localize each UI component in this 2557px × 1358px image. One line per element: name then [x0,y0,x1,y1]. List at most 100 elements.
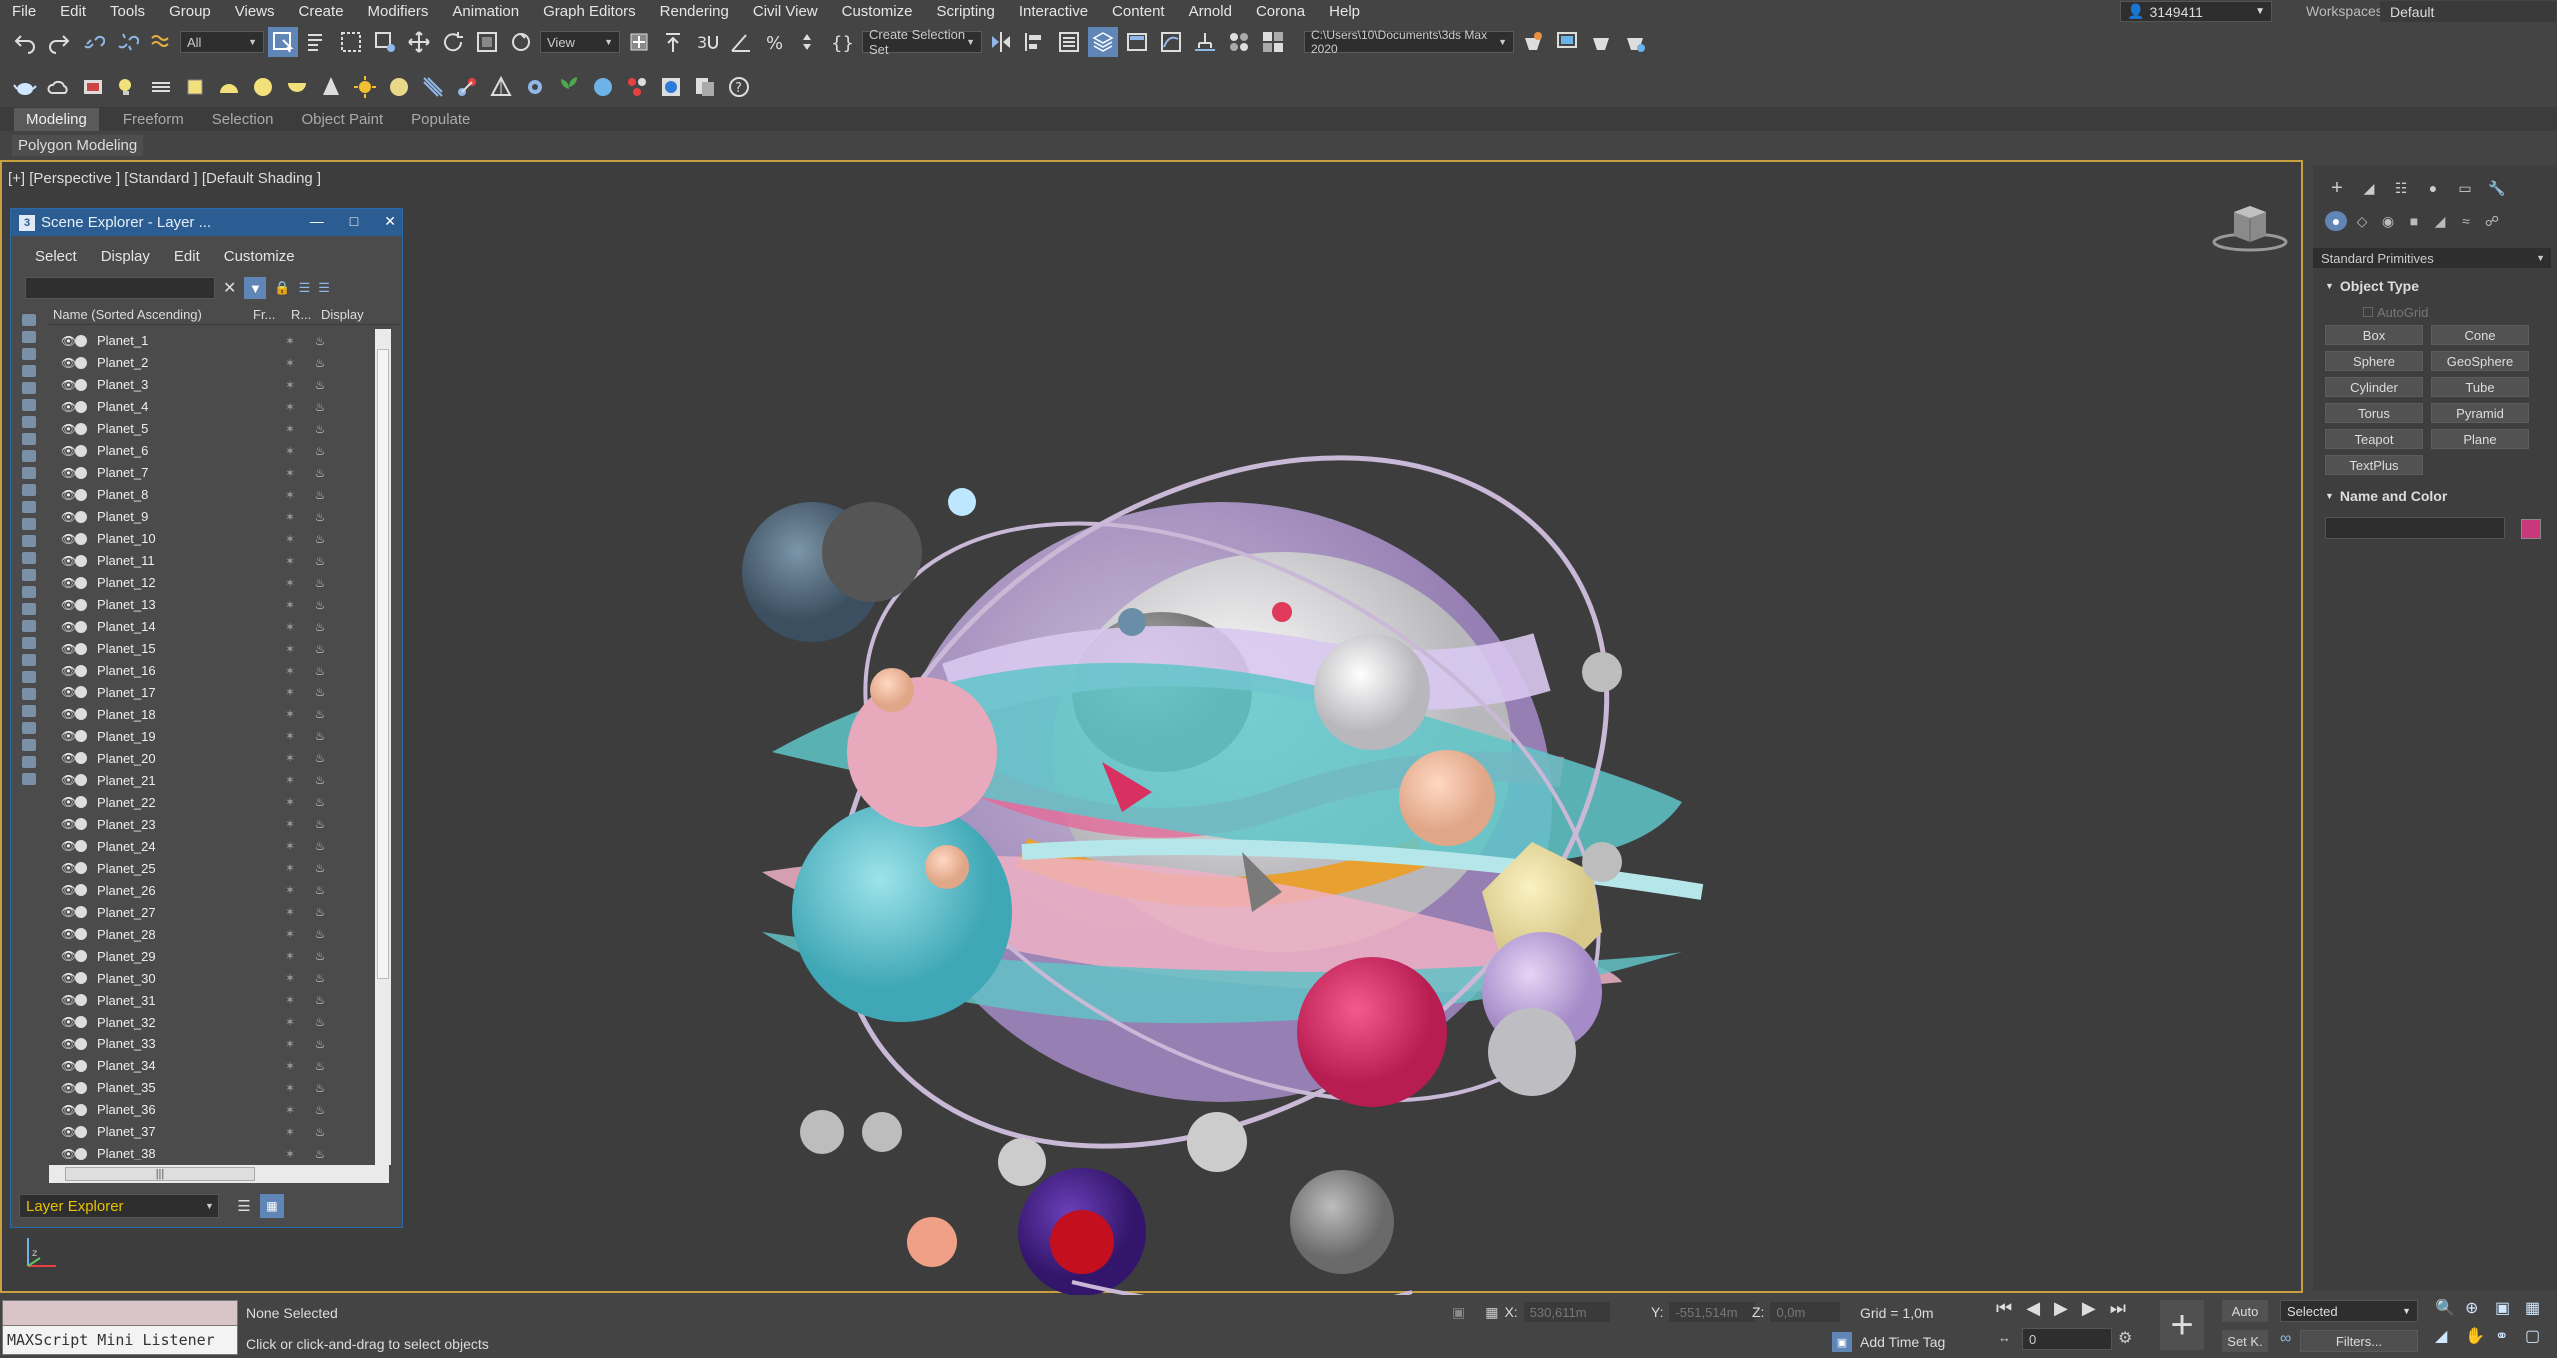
display-filter-icon[interactable] [22,688,36,700]
renderable-teapot-icon[interactable]: ♨ [305,598,335,612]
menu-item-customize[interactable]: Customize [830,3,925,20]
visibility-eye-icon[interactable]: 👁 [49,356,76,370]
geosphere-button[interactable]: GeoSphere [2431,351,2529,371]
go-to-start-icon[interactable]: ⏮ [1996,1298,2012,1319]
column-display[interactable]: Display [321,307,371,324]
display-filter-icon[interactable] [22,603,36,615]
cylinder-button[interactable]: Cylinder [2325,377,2423,397]
table-row[interactable]: 👁 Planet_16 ✶ ♨ [49,660,383,682]
freeze-icon[interactable]: ✶ [275,1103,305,1117]
freeze-icon[interactable]: ✶ [275,1081,305,1095]
visibility-eye-icon[interactable]: 👁 [49,334,76,348]
select-and-manipulate-icon[interactable] [658,27,688,57]
table-row[interactable]: 👁 Planet_32 ✶ ♨ [49,1011,383,1033]
shapes-icon[interactable]: ◇ [2351,211,2373,231]
visibility-eye-icon[interactable]: 👁 [49,400,76,414]
menu-item-modifiers[interactable]: Modifiers [356,3,441,20]
freeze-icon[interactable]: ✶ [275,488,305,502]
freeze-icon[interactable]: ✶ [275,400,305,414]
particle-icon[interactable] [622,72,652,102]
visibility-eye-icon[interactable]: 👁 [49,554,76,568]
tube-button[interactable]: Tube [2431,377,2529,397]
placement-icon[interactable] [506,27,536,57]
ribbon-tab-freeform[interactable]: Freeform [123,111,212,128]
display-filter-icon[interactable] [22,569,36,581]
freeze-icon[interactable]: ✶ [275,1125,305,1139]
column-name[interactable]: Name (Sorted Ascending) [49,307,253,324]
visibility-eye-icon[interactable]: 👁 [49,1125,76,1139]
cameras-icon[interactable]: ■ [2403,211,2425,231]
renderable-teapot-icon[interactable]: ♨ [305,993,335,1007]
hierarchy-icon[interactable]: ☰ [299,280,311,296]
renderable-teapot-icon[interactable]: ♨ [305,1081,335,1095]
schematic-view-icon[interactable] [1190,27,1220,57]
rendered-frame-window-icon[interactable] [1552,27,1582,57]
render-setup-icon[interactable] [1518,27,1548,57]
visibility-eye-icon[interactable]: 👁 [49,949,76,963]
scrollbar-thumb[interactable] [377,349,389,979]
window-crossing-icon[interactable] [370,27,400,57]
renderable-teapot-icon[interactable]: ♨ [305,422,335,436]
link-icon[interactable] [78,27,108,57]
freeze-icon[interactable]: ✶ [275,334,305,348]
display-filter-icon[interactable] [22,518,36,530]
visibility-eye-icon[interactable]: 👁 [49,620,76,634]
maxscript-input[interactable] [2,1300,238,1326]
select-by-name-icon[interactable] [302,27,332,57]
disc-icon[interactable] [384,72,414,102]
systems-icon[interactable]: ☍ [2481,211,2503,231]
menu-item-tools[interactable]: Tools [98,3,157,20]
edit-named-selection-icon[interactable]: {} [828,27,858,57]
renderable-teapot-icon[interactable]: ♨ [305,839,335,853]
visibility-eye-icon[interactable]: 👁 [49,510,76,524]
renderable-teapot-icon[interactable]: ♨ [305,1037,335,1051]
renderable-teapot-icon[interactable]: ♨ [305,466,335,480]
freeze-icon[interactable]: ✶ [275,642,305,656]
freeze-icon[interactable]: ✶ [275,773,305,787]
name-and-color-rollout[interactable]: ▼ Name and Color [2315,485,2551,507]
help-icon[interactable]: ? [724,72,754,102]
renderable-teapot-icon[interactable]: ♨ [305,927,335,941]
table-row[interactable]: 👁 Planet_30 ✶ ♨ [49,967,383,989]
renderable-teapot-icon[interactable]: ♨ [305,773,335,787]
explorer-menu-select[interactable]: Select [35,248,77,265]
key-filters-icon[interactable]: ∞ [2280,1330,2291,1348]
renderable-teapot-icon[interactable]: ♨ [305,949,335,963]
renderable-teapot-icon[interactable]: ♨ [305,707,335,721]
object-name-input[interactable] [2325,517,2505,539]
display-filter-icon[interactable] [22,484,36,496]
maxscript-listener[interactable]: MAXScript Mini Listener [2,1325,238,1355]
renderable-teapot-icon[interactable]: ♨ [305,817,335,831]
renderable-teapot-icon[interactable]: ♨ [305,664,335,678]
scene-render[interactable] [722,332,1712,1322]
scrollbar-thumb[interactable]: ||| [65,1167,255,1181]
autogrid-checkbox[interactable]: AutoGrid [2363,305,2428,320]
table-row[interactable]: 👁 Planet_37 ✶ ♨ [49,1121,383,1143]
helpers-icon[interactable]: ◢ [2429,211,2451,231]
y-field[interactable]: -551,514m [1669,1302,1756,1322]
visibility-eye-icon[interactable]: 👁 [49,466,76,480]
visibility-eye-icon[interactable]: 👁 [49,817,76,831]
unlink-icon[interactable] [112,27,142,57]
visibility-eye-icon[interactable]: 👁 [49,905,76,919]
renderable-teapot-icon[interactable]: ♨ [305,1147,335,1160]
zoom-extents-all-icon[interactable]: ▦ [2525,1298,2553,1318]
visibility-eye-icon[interactable]: 👁 [49,488,76,502]
spacewarps-icon[interactable]: ≈ [2455,211,2477,231]
object-type-rollout[interactable]: ▼ Object Type [2315,275,2551,297]
visibility-eye-icon[interactable]: 👁 [49,664,76,678]
column-freeze[interactable]: Fr... [253,307,291,324]
explorer-type-dropdown[interactable]: Layer Explorer [19,1194,219,1218]
visibility-eye-icon[interactable]: 👁 [49,532,76,546]
angle-snap-icon[interactable] [726,27,756,57]
vertical-scrollbar[interactable] [375,329,391,1165]
table-row[interactable]: 👁 Planet_18 ✶ ♨ [49,703,383,725]
fov-icon[interactable]: ◢ [2435,1326,2463,1346]
renderable-teapot-icon[interactable]: ♨ [305,795,335,809]
visibility-eye-icon[interactable]: 👁 [49,444,76,458]
freeze-icon[interactable]: ✶ [275,905,305,919]
table-row[interactable]: 👁 Planet_24 ✶ ♨ [49,835,383,857]
polygon-modeling-label[interactable]: Polygon Modeling [12,135,144,156]
align-icon[interactable] [1020,27,1050,57]
table-row[interactable]: 👁 Planet_25 ✶ ♨ [49,857,383,879]
